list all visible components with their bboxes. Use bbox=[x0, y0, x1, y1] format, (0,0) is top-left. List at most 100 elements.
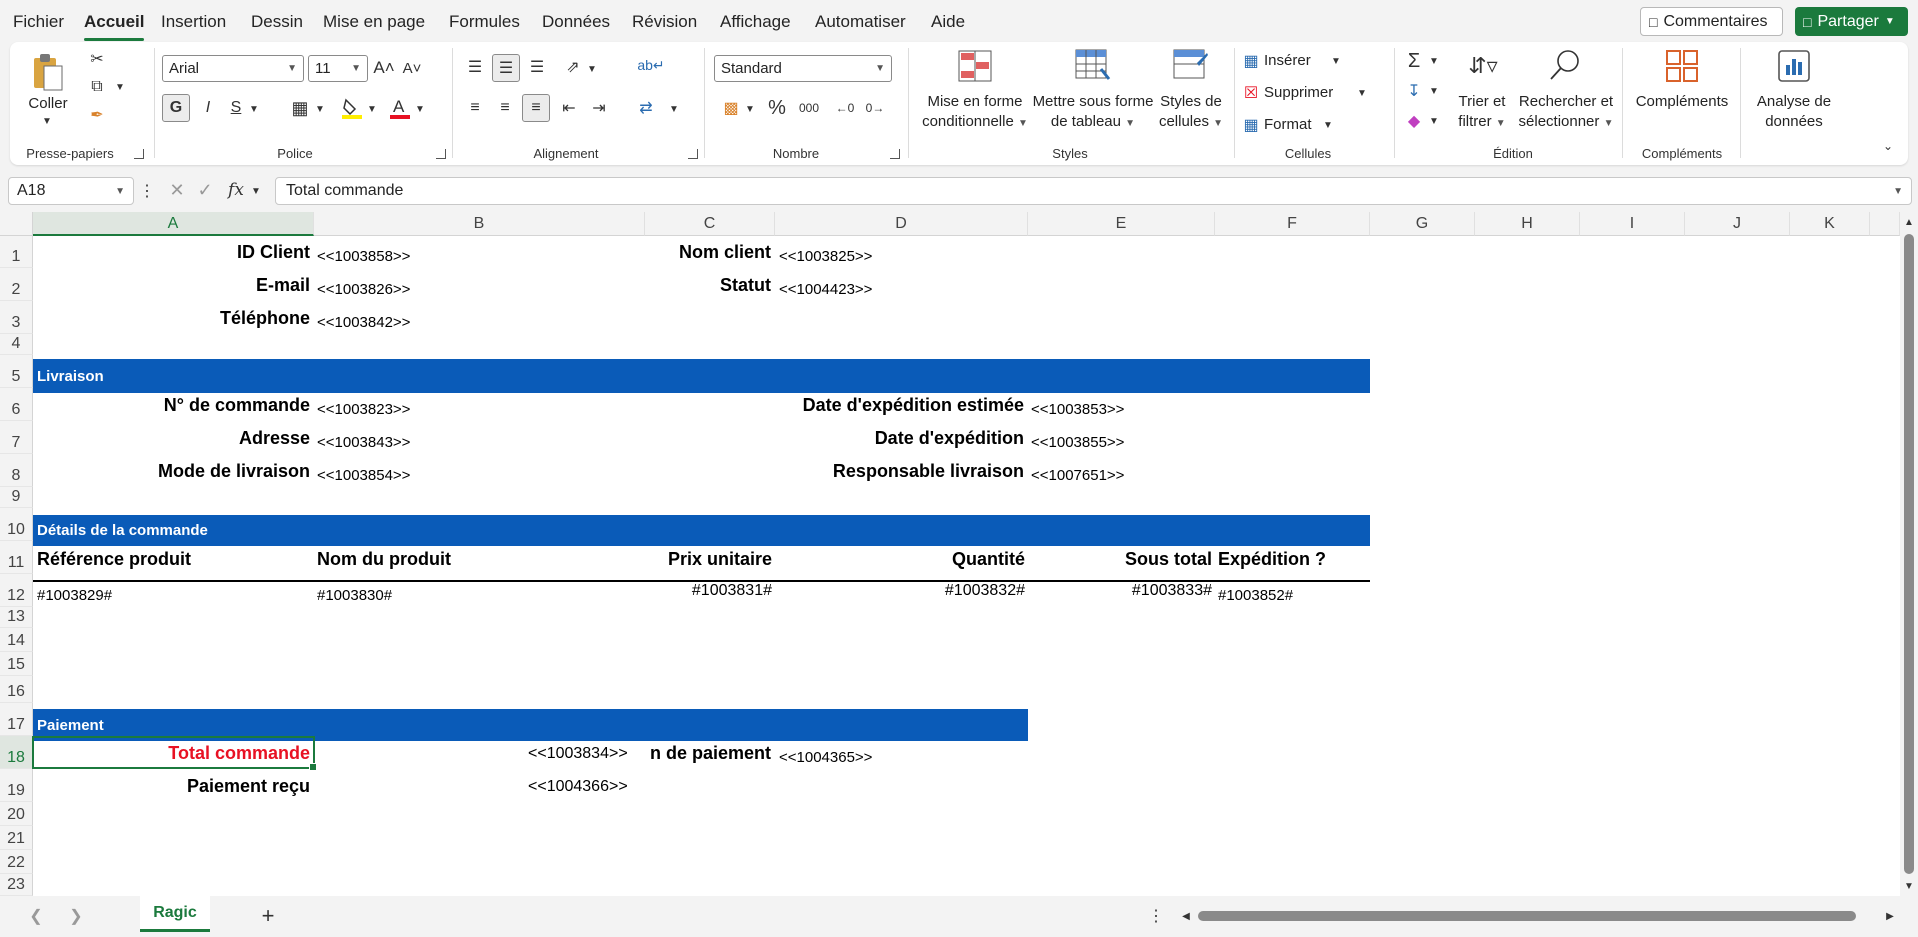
column-header-f[interactable]: F bbox=[1215, 212, 1370, 236]
select-all-corner[interactable] bbox=[0, 212, 33, 236]
paste-label[interactable]: Coller bbox=[22, 94, 74, 114]
insert-cells-icon[interactable]: ▦ bbox=[1240, 50, 1262, 72]
chevron-down-icon[interactable]: ▼ bbox=[586, 62, 598, 76]
cell-a8[interactable]: Mode de livraison bbox=[33, 454, 314, 487]
row-header-18[interactable]: 18 bbox=[0, 736, 33, 769]
collapse-ribbon-icon[interactable]: ⌄ bbox=[1878, 138, 1898, 154]
row-header-17[interactable]: 17 bbox=[0, 703, 33, 736]
cell-c12[interactable]: #1003831# bbox=[645, 574, 772, 607]
orientation-icon[interactable]: ⇗ bbox=[560, 54, 586, 80]
delete-cells-button[interactable]: Supprimer bbox=[1264, 83, 1333, 103]
font-name-select[interactable]: Arial ▼ bbox=[162, 55, 304, 82]
decrease-indent-icon[interactable]: ⇤ bbox=[556, 94, 582, 122]
menu-aide[interactable]: Aide bbox=[931, 12, 965, 32]
addins-icon[interactable] bbox=[1664, 48, 1700, 84]
column-header-i[interactable]: I bbox=[1580, 212, 1685, 236]
cell-b19[interactable]: <<1004366>> bbox=[528, 769, 628, 802]
more-options-icon[interactable]: ⋮ bbox=[139, 181, 155, 201]
autosum-icon[interactable]: Σ bbox=[1402, 48, 1426, 74]
merge-center-icon[interactable]: ⇄ bbox=[632, 94, 660, 122]
cell-a2[interactable]: E-mail bbox=[33, 268, 314, 301]
sheet-tab-ragic[interactable]: Ragic bbox=[140, 896, 210, 932]
scroll-left-icon[interactable]: ◀ bbox=[1180, 908, 1192, 924]
bold-button[interactable]: G bbox=[162, 94, 190, 122]
cell-d11[interactable]: Quantité bbox=[775, 541, 1028, 574]
confirm-icon[interactable]: ✓ bbox=[194, 179, 216, 201]
vertical-scrollbar[interactable]: ▲ ▼ bbox=[1900, 212, 1918, 896]
cell-b3[interactable]: <<1003842>> bbox=[317, 301, 410, 334]
row-header-12[interactable]: 12 bbox=[0, 574, 33, 607]
cell-styles-label-1[interactable]: Styles de bbox=[1156, 92, 1226, 112]
formula-input[interactable]: Total commande ▼ bbox=[275, 177, 1912, 205]
name-box[interactable]: A18 ▼ bbox=[8, 177, 134, 205]
cell-c1[interactable]: Nom client bbox=[645, 236, 775, 268]
chevron-down-icon[interactable]: ▼ bbox=[1428, 114, 1440, 128]
scroll-thumb[interactable] bbox=[1904, 234, 1914, 874]
menu-mise-en-page[interactable]: Mise en page bbox=[323, 12, 425, 32]
sort-filter-label-1[interactable]: Trier et bbox=[1452, 92, 1512, 112]
chevron-down-icon[interactable]: ▼ bbox=[114, 80, 126, 94]
chevron-down-icon[interactable]: ▼ bbox=[414, 102, 426, 116]
increase-indent-icon[interactable]: ⇥ bbox=[586, 94, 612, 122]
find-select-label-1[interactable]: Rechercher et bbox=[1516, 92, 1616, 112]
number-launcher-icon[interactable] bbox=[890, 149, 900, 159]
fill-icon[interactable]: ↧ bbox=[1402, 78, 1426, 104]
format-as-table-label-1[interactable]: Mettre sous forme bbox=[1028, 92, 1158, 112]
cut-icon[interactable]: ✂ bbox=[86, 48, 108, 70]
cell-d8[interactable]: Responsable livraison bbox=[645, 454, 1028, 487]
clear-icon[interactable]: ◆ bbox=[1402, 108, 1426, 134]
row-header-2[interactable]: 2 bbox=[0, 268, 33, 301]
align-bottom-icon[interactable]: ☰ bbox=[524, 54, 550, 80]
search-icon[interactable] bbox=[1546, 46, 1584, 84]
cell-c18[interactable]: n de paiement bbox=[645, 736, 775, 769]
share-button[interactable]: □ Partager ▼ bbox=[1795, 7, 1908, 36]
data-analysis-label-2[interactable]: données bbox=[1744, 112, 1844, 132]
sort-filter-button[interactable]: filtrer ▼ bbox=[1452, 112, 1512, 134]
sort-filter-icon[interactable]: ⇵▿ bbox=[1464, 48, 1502, 84]
chevron-down-icon[interactable]: ▼ bbox=[1322, 118, 1334, 132]
row-header-9[interactable]: 9 bbox=[0, 487, 33, 508]
align-right-icon[interactable]: ≡ bbox=[522, 94, 550, 122]
addins-button[interactable]: Compléments bbox=[1626, 92, 1738, 112]
chevron-down-icon[interactable]: ▼ bbox=[1356, 86, 1368, 100]
horizontal-scrollbar[interactable] bbox=[1198, 911, 1856, 921]
cell-b1[interactable]: <<1003858>> bbox=[317, 236, 410, 268]
cell-e11[interactable]: Sous total bbox=[1028, 541, 1215, 574]
cell-f11[interactable]: Expédition ? bbox=[1218, 541, 1326, 574]
row-header-1[interactable]: 1 bbox=[0, 236, 33, 268]
format-cells-icon[interactable]: ▦ bbox=[1240, 114, 1262, 136]
grow-font-icon[interactable]: A˄ bbox=[372, 56, 396, 80]
font-color-icon[interactable]: A bbox=[388, 94, 412, 122]
cell-d7[interactable]: Date d'expédition bbox=[645, 421, 1028, 454]
next-sheet-icon[interactable]: ❯ bbox=[66, 906, 86, 926]
alignment-launcher-icon[interactable] bbox=[688, 149, 698, 159]
column-header-h[interactable]: H bbox=[1475, 212, 1580, 236]
data-analysis-icon[interactable] bbox=[1776, 48, 1812, 84]
row-header-5[interactable]: 5 bbox=[0, 355, 33, 388]
format-painter-icon[interactable]: ✒ bbox=[86, 104, 108, 126]
chevron-down-icon[interactable]: ▼ bbox=[668, 102, 680, 116]
row-header-20[interactable]: 20 bbox=[0, 802, 33, 826]
align-center-icon[interactable]: ≡ bbox=[492, 94, 518, 122]
cell-d12[interactable]: #1003832# bbox=[775, 574, 1025, 607]
chevron-down-icon[interactable]: ▼ bbox=[314, 102, 326, 116]
increase-decimal-icon[interactable]: ←0 bbox=[832, 94, 858, 122]
row-header-3[interactable]: 3 bbox=[0, 301, 33, 334]
data-analysis-label-1[interactable]: Analyse de bbox=[1744, 92, 1844, 112]
chevron-down-icon[interactable]: ▼ bbox=[1330, 54, 1342, 68]
column-header-e[interactable]: E bbox=[1028, 212, 1215, 236]
cell-d1[interactable]: <<1003825>> bbox=[779, 236, 872, 268]
menu-fichier[interactable]: Fichier bbox=[13, 12, 64, 32]
conditional-format-icon[interactable] bbox=[956, 48, 994, 84]
cell-a3[interactable]: Téléphone bbox=[33, 301, 314, 334]
column-header-g[interactable]: G bbox=[1370, 212, 1475, 236]
cell-styles-icon[interactable] bbox=[1172, 48, 1210, 84]
currency-icon[interactable]: ▩ bbox=[718, 94, 744, 122]
italic-button[interactable]: I bbox=[196, 94, 220, 122]
cancel-icon[interactable]: ✕ bbox=[166, 179, 188, 201]
menu-automatiser[interactable]: Automatiser bbox=[815, 12, 906, 32]
cell-c11[interactable]: Prix unitaire bbox=[645, 541, 775, 574]
row-header-19[interactable]: 19 bbox=[0, 769, 33, 802]
chevron-down-icon[interactable]: ▼ bbox=[1428, 84, 1440, 98]
row-header-7[interactable]: 7 bbox=[0, 421, 33, 454]
